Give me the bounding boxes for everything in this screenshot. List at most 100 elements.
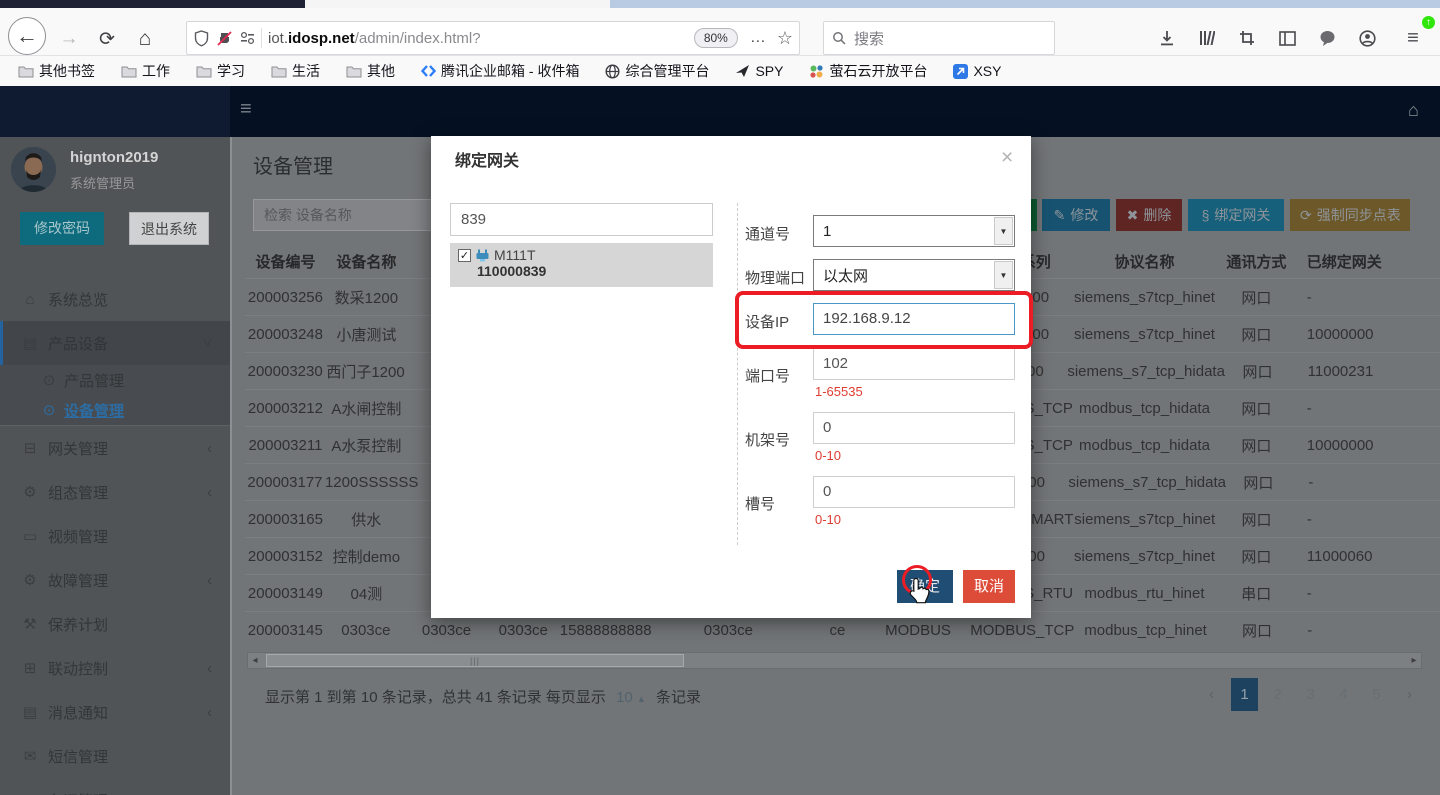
column-header[interactable]: 协议名称 — [1073, 251, 1216, 272]
per-page-select[interactable]: 10 ▲ — [616, 689, 646, 706]
bookmark-item[interactable]: 学习 — [196, 61, 245, 81]
url-text[interactable]: iot.idosp.net/admin/index.html? — [268, 30, 481, 47]
table-cell: siemens_s7tcp_hinet — [1073, 326, 1216, 343]
wrench-icon: ⚒ — [18, 615, 42, 633]
sidebar-item-故障管理[interactable]: ⚙故障管理‹ — [0, 558, 230, 602]
port-number-input[interactable]: 102 — [813, 348, 1015, 380]
delete-device-button[interactable]: ✖删除 — [1116, 199, 1182, 231]
page-button-3[interactable]: 3 — [1297, 678, 1324, 711]
slot-input[interactable]: 0 — [813, 476, 1015, 508]
sidebar-collapse-icon[interactable]: ≡ — [240, 98, 252, 121]
sidebar-toggle-icon[interactable] — [1274, 25, 1300, 51]
table-cell: A水闸控制 — [326, 398, 407, 419]
page-button-5[interactable]: 5 — [1363, 678, 1390, 711]
sidebar-item-网关管理[interactable]: ⊟网关管理‹ — [0, 426, 230, 470]
shield-icon[interactable] — [194, 30, 209, 47]
sidebar-item-产品管理[interactable]: ⊙产品管理 — [0, 365, 230, 395]
sidebar-item-组态管理[interactable]: ⚙组态管理‹ — [0, 470, 230, 514]
blocked-plugin-icon[interactable] — [216, 30, 233, 47]
bookmark-item[interactable]: 工作 — [121, 61, 170, 81]
bind-gateway-button[interactable]: §绑定网关 — [1188, 199, 1284, 231]
table-cell: 网口 — [1218, 472, 1298, 493]
permissions-icon[interactable] — [240, 31, 255, 45]
url-bar[interactable]: iot.idosp.net/admin/index.html? 80% … ☆ — [186, 21, 800, 55]
prev-page-button[interactable]: ‹ — [1198, 678, 1225, 711]
bookmark-label: 综合管理平台 — [625, 61, 709, 81]
bookmark-item[interactable]: 其他书签 — [18, 61, 95, 81]
hdd-icon: ⊟ — [18, 439, 42, 457]
device-search-input[interactable]: 检索 设备名称 — [253, 199, 433, 231]
table-cell: - — [1297, 622, 1440, 639]
sidebar-item-联动控制[interactable]: ⊞联动控制‹ — [0, 646, 230, 690]
pencil-icon: ✎ — [1054, 207, 1066, 223]
logout-button[interactable]: 退出系统 — [129, 212, 209, 245]
page-button-1[interactable]: 1 — [1231, 678, 1258, 711]
column-header[interactable]: 已绑定网关 — [1297, 251, 1440, 272]
modal-divider — [737, 203, 738, 545]
active-tab[interactable] — [0, 0, 305, 8]
account-icon[interactable] — [1354, 25, 1380, 51]
cancel-button[interactable]: 取消 — [963, 570, 1015, 603]
scroll-right-arrow[interactable]: ▸ — [1407, 655, 1421, 666]
app-home-icon[interactable]: ⌂ — [1408, 100, 1419, 121]
downloads-icon[interactable] — [1154, 25, 1180, 51]
sidebar-item-设备管理[interactable]: ⊙设备管理 — [0, 395, 230, 425]
link-icon: § — [1202, 207, 1210, 223]
bookmark-item[interactable]: XSY — [953, 63, 1001, 79]
sidebar-item-视频管理[interactable]: ▭视频管理 — [0, 514, 230, 558]
library-icon[interactable] — [1194, 25, 1220, 51]
rack-label: 机架号 — [745, 429, 790, 450]
back-button[interactable]: ← — [8, 17, 46, 55]
channel-select[interactable]: 1▼ — [813, 215, 1015, 247]
force-sync-button[interactable]: ⟳强制同步点表 — [1290, 199, 1410, 231]
gateway-checkbox[interactable]: ✓ — [458, 249, 471, 262]
globe-icon — [605, 64, 620, 79]
bookmark-item[interactable]: SPY — [735, 63, 783, 79]
sidebar-item-保养计划[interactable]: ⚒保养计划 — [0, 602, 230, 646]
column-header[interactable]: 设备编号 — [245, 251, 326, 272]
browser-search-field[interactable]: 搜索 — [823, 21, 1055, 55]
column-header[interactable]: 设备名称 — [326, 251, 407, 272]
menu-icon[interactable]: ≡ — [1400, 25, 1426, 51]
dropdown-arrow-icon[interactable]: ▼ — [994, 217, 1013, 245]
change-password-button[interactable]: 修改密码 — [20, 212, 104, 245]
folder-icon — [271, 65, 287, 78]
modal-close-icon[interactable]: × — [1001, 146, 1013, 170]
reload-button[interactable]: ⟳ — [90, 22, 124, 56]
sidebar-item-label: 系统总览 — [48, 289, 108, 310]
column-header[interactable]: 通讯方式 — [1216, 251, 1297, 272]
bookmark-item[interactable]: 萤石云开放平台 — [809, 61, 927, 81]
envelope-icon: ✉ — [18, 747, 42, 765]
edit-device-button[interactable]: ✎修改 — [1042, 199, 1110, 231]
home-button[interactable]: ⌂ — [128, 22, 162, 56]
gateway-search-input[interactable]: 839 — [450, 203, 713, 236]
messages-icon[interactable] — [1314, 25, 1340, 51]
bookmark-item[interactable]: 腾讯企业邮箱 - 收件箱 — [421, 61, 579, 81]
next-page-button[interactable]: › — [1396, 678, 1423, 711]
sidebar-item-产品设备[interactable]: ▤产品设备˅ — [0, 321, 230, 365]
bookmark-item[interactable]: 其他 — [346, 61, 395, 81]
forward-button[interactable]: → — [52, 22, 86, 56]
scroll-left-arrow[interactable]: ◂ — [248, 655, 262, 666]
bookmark-item[interactable]: 生活 — [271, 61, 320, 81]
rack-input[interactable]: 0 — [813, 412, 1015, 444]
table-cell: - — [1297, 289, 1440, 306]
gateway-list-item[interactable]: ✓ M111T 110000839 — [450, 243, 713, 287]
sidebar-item-系统总览[interactable]: ⌂系统总览 — [0, 277, 230, 321]
cursor-hand-icon — [908, 577, 931, 609]
sidebar-item-短信管理[interactable]: ✉短信管理 — [0, 734, 230, 778]
scrollbar-thumb[interactable]: ||| — [266, 654, 684, 667]
page-actions-icon[interactable]: … — [750, 29, 767, 47]
bookmark-item[interactable]: 综合管理平台 — [605, 61, 709, 81]
sidebar-item-车间管理[interactable]: ⊟车间管理 — [0, 778, 230, 795]
horizontal-scrollbar[interactable]: ◂ ||| ▸ — [247, 652, 1422, 669]
bookmark-star-icon[interactable]: ☆ — [777, 28, 793, 49]
table-cell: 小唐测试 — [326, 324, 407, 345]
dropdown-arrow-icon[interactable]: ▼ — [994, 261, 1013, 289]
page-button-2[interactable]: 2 — [1264, 678, 1291, 711]
physical-port-select[interactable]: 以太网▼ — [813, 259, 1015, 291]
page-button-4[interactable]: 4 — [1330, 678, 1357, 711]
sidebar-item-消息通知[interactable]: ▤消息通知‹ — [0, 690, 230, 734]
screenshot-icon[interactable] — [1234, 25, 1260, 51]
zoom-level-badge[interactable]: 80% — [694, 28, 738, 48]
